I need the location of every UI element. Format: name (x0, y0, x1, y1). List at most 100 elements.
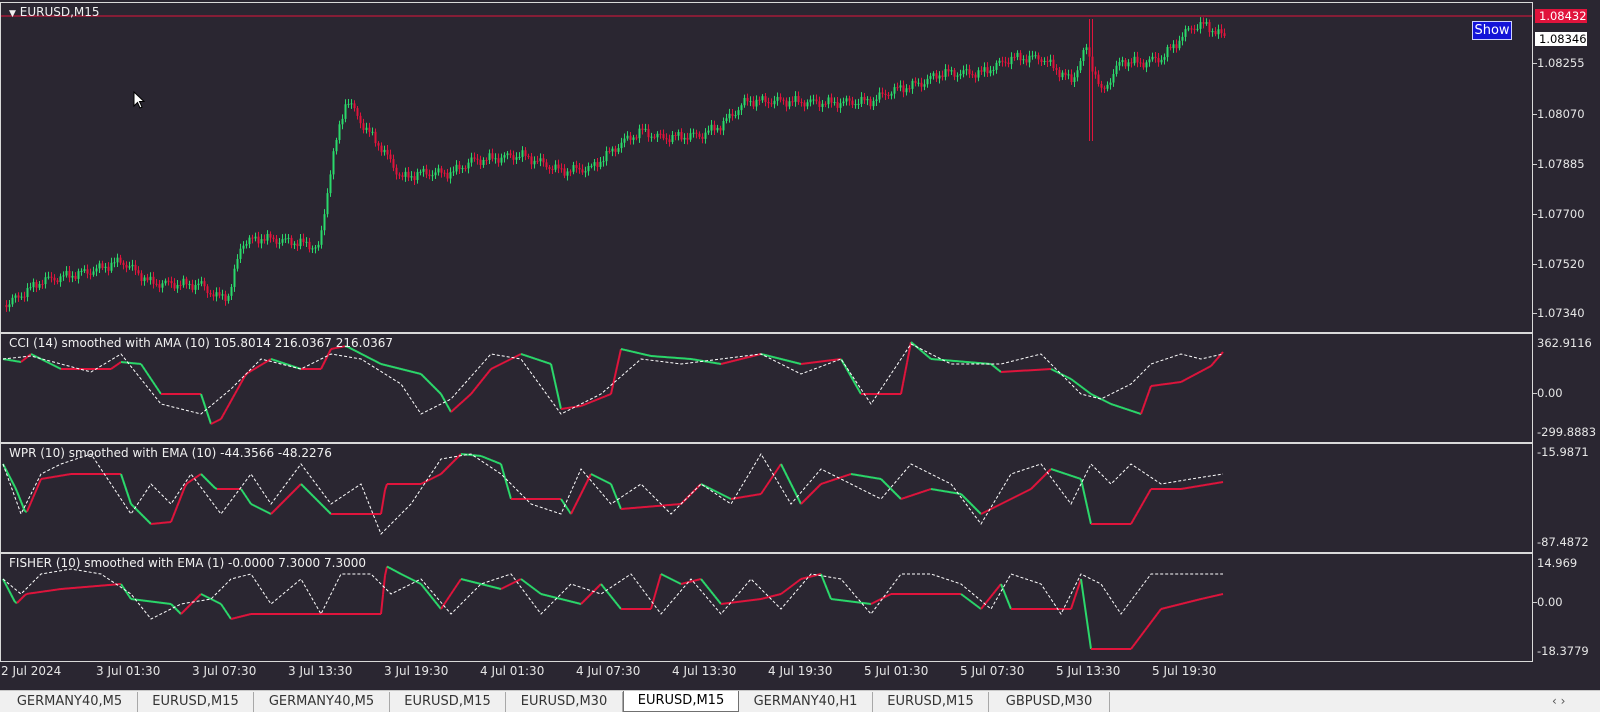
indicator-line (802, 577, 806, 580)
candle-body (1139, 62, 1142, 64)
indicator-line (1154, 613, 1158, 618)
candle-body (1094, 71, 1097, 75)
candle-body (536, 160, 539, 162)
candle-body (1205, 22, 1208, 24)
tab-eurusd-m15-active[interactable]: EURUSD,M15 (623, 691, 739, 712)
indicator-line (548, 595, 552, 598)
cci-indicator-pane[interactable]: CCI (14) smoothed with AMA (10) 105.8014… (0, 333, 1533, 443)
fisher-indicator-pane[interactable]: FISHER (10) smoothed with EMA (1) -0.000… (0, 553, 1533, 662)
indicator-line (774, 469, 778, 474)
indicator-line (572, 601, 576, 604)
indicator-line (54, 365, 58, 368)
candle-body (1199, 22, 1202, 29)
indicator-line (608, 393, 612, 396)
tab-eurusd-m15[interactable]: EURUSD,M15 (873, 692, 989, 712)
candle-body (590, 165, 593, 167)
indicator-line (1106, 401, 1110, 404)
indicator-line (1208, 365, 1212, 368)
candle-body (11, 297, 14, 305)
indicator-line (26, 506, 30, 513)
indicator-line (910, 341, 914, 345)
indicator-line (442, 469, 446, 473)
indicator-line (182, 486, 186, 492)
indicator-line (284, 362, 288, 366)
indicator-line (888, 593, 892, 596)
main-chart-pane[interactable]: ▼ EURUSD,M15 Show (0, 2, 1533, 333)
indicator-line (660, 573, 664, 576)
tab-germany40-m5[interactable]: GERMANY40,M5 (254, 692, 390, 712)
indicator-line (1138, 506, 1142, 511)
indicator-line (212, 599, 216, 602)
indicator-line (798, 578, 802, 582)
candle-body (1088, 47, 1091, 57)
candle-body (680, 132, 683, 140)
tab-eurusd-m30[interactable]: EURUSD,M30 (506, 692, 623, 712)
indicator-line (1160, 607, 1164, 610)
indicator-line (802, 499, 806, 503)
candle-body (641, 128, 644, 130)
candle-body (761, 96, 764, 101)
time-label: 5 Jul 01:30 (864, 664, 929, 678)
candle-body (62, 275, 65, 277)
candle-body (599, 161, 602, 167)
indicator-line (1210, 363, 1214, 367)
indicator-line (908, 494, 912, 498)
indicator-line (1162, 607, 1166, 610)
indicator-line (736, 358, 740, 361)
indicator-line (998, 369, 1002, 373)
tab-germany40-h1[interactable]: GERMANY40,H1 (739, 692, 873, 712)
candle-body (41, 284, 44, 286)
indicator-line (592, 399, 596, 403)
indicator-line (6, 586, 10, 591)
indicator-line (798, 362, 802, 365)
candle-body (116, 257, 119, 263)
indicator-line (1132, 410, 1136, 413)
indicator-line (212, 485, 216, 489)
indicator-line (24, 356, 28, 360)
candle-body (341, 118, 344, 125)
indicator-line (146, 519, 150, 523)
indicator-line (488, 458, 492, 461)
indicator-line (518, 353, 522, 356)
candle-body (1085, 47, 1088, 51)
candle-body (125, 264, 128, 268)
candle-body (95, 268, 98, 272)
candle-body (26, 288, 29, 298)
dropdown-triangle-icon[interactable]: ▼ (9, 9, 16, 19)
indicator-line (464, 396, 468, 401)
indicator-line (882, 480, 886, 484)
candle-body (368, 127, 371, 132)
indicator-line (586, 595, 590, 599)
tabs-scroll-icon[interactable]: ‹ › (1552, 694, 1565, 708)
tab-eurusd-m15[interactable]: EURUSD,M15 (390, 692, 506, 712)
tab-eurusd-m15[interactable]: EURUSD,M15 (138, 692, 254, 712)
indicator-line (18, 496, 22, 502)
candle-body (740, 105, 743, 111)
indicator-line (962, 495, 966, 499)
indicator-line (586, 401, 590, 405)
wpr-indicator-pane[interactable]: WPR (10) smoothed with EMA (10) -44.3566… (0, 443, 1533, 553)
indicator-line (976, 509, 980, 513)
indicator-line (468, 393, 472, 397)
show-button[interactable]: Show (1472, 21, 1512, 40)
tab-germany40-m5[interactable]: GERMANY40,M5 (2, 692, 138, 712)
candle-body (548, 167, 551, 169)
candle-body (779, 96, 782, 100)
indicator-line (600, 478, 604, 481)
indicator-line (840, 475, 844, 479)
indicator-line (1060, 471, 1064, 474)
tab-gbpusd-m30[interactable]: GBPUSD,M30 (989, 692, 1110, 712)
indicator-line (490, 367, 494, 370)
candle-body (332, 151, 335, 175)
indicator-line (400, 573, 404, 576)
indicator-line (1114, 404, 1118, 407)
indicator-line (1044, 472, 1048, 476)
candle-body (140, 273, 143, 282)
candle-body (902, 85, 905, 93)
indicator-line (530, 585, 534, 589)
indicator-line (852, 379, 856, 384)
indicator-line (1008, 603, 1012, 610)
indicator-line (722, 362, 726, 365)
indicator-line (916, 492, 920, 495)
indicator-line (732, 359, 736, 362)
